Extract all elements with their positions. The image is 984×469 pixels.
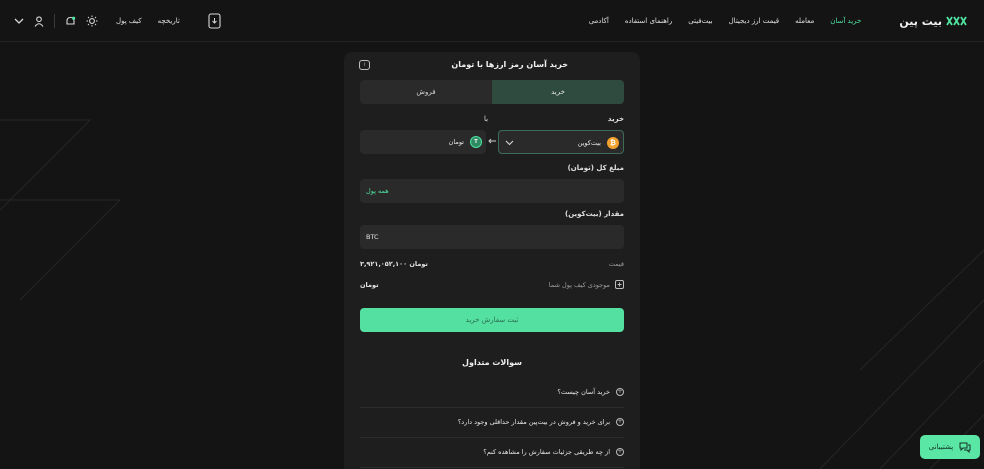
nav-trade[interactable]: معامله — [795, 17, 814, 25]
divider — [54, 14, 55, 28]
faq-item[interactable]: + خرید آسان چیست؟ — [360, 378, 624, 408]
price-label: قیمت — [608, 260, 624, 268]
faq-question: برای خرید و فروش در بیت‌پین مقدار حداقلی… — [457, 418, 610, 426]
plus-circle-icon: + — [616, 418, 624, 426]
card-title: خرید آسان رمز ارزها با تومان — [451, 60, 568, 69]
header-tools: کیف پول تاریخچه — [14, 0, 221, 42]
logo-text: بیت پین — [899, 14, 942, 28]
user-icon[interactable] — [34, 15, 44, 27]
theme-sun-icon[interactable] — [86, 15, 98, 27]
total-amount-input[interactable]: همه پول — [360, 179, 624, 203]
nav-academy[interactable]: آکادمی — [589, 17, 609, 25]
history-link[interactable]: تاریخچه — [158, 17, 180, 25]
info-icon[interactable]: i — [359, 60, 370, 70]
chevron-down-icon — [505, 139, 514, 146]
nav-bitfity[interactable]: بیت‌فیتی — [688, 17, 712, 25]
header-nav-area: آکادمی راهنمای استفاده بیت‌فیتی قیمت ارز… — [589, 0, 968, 42]
faq-item[interactable]: + از چه طریقی جزئیات سفارش را مشاهده کنم… — [360, 438, 624, 468]
coin-name: بیت‌کوین — [577, 139, 601, 147]
faq-question: خرید آسان چیست؟ — [557, 388, 610, 396]
mobile-app-download-icon[interactable] — [208, 13, 221, 29]
nav-easy-buy[interactable]: خرید آسان — [830, 17, 861, 25]
support-button[interactable]: پشتیبانی — [920, 435, 980, 459]
coin-select[interactable]: بیت‌کوین ₿ — [498, 130, 624, 154]
buy-label: خرید — [607, 115, 624, 123]
nav-crypto-prices[interactable]: قیمت ارز دیجیتال — [729, 17, 780, 25]
coin-amount-label: مقدار (بیت‌کوین) — [565, 210, 624, 218]
chevron-down-icon[interactable] — [14, 17, 24, 25]
total-amount-label: مبلغ کل (تومان) — [567, 164, 624, 172]
tab-buy[interactable]: خرید — [492, 80, 624, 104]
buy-sell-tabs: فروش خرید — [360, 80, 624, 104]
logo-mark-icon — [946, 16, 968, 26]
faq-question: از چه طریقی جزئیات سفارش را مشاهده کنم؟ — [483, 448, 610, 456]
fiat-select[interactable]: تومان T — [360, 130, 486, 154]
arrow-left-icon — [488, 138, 496, 144]
plus-circle-icon: + — [616, 388, 624, 396]
faq-item[interactable]: + برای خرید و فروش در بیت‌پین مقدار حداق… — [360, 408, 624, 438]
balance-value: تومان — [360, 281, 379, 289]
amount-unit: BTC — [366, 233, 379, 241]
price-value: ۳,۹۲۱,۰۵۲,۱۰۰ تومان — [360, 260, 428, 268]
all-money-button[interactable]: همه پول — [366, 187, 389, 195]
chat-bubbles-icon — [959, 442, 971, 453]
support-label: پشتیبانی — [928, 443, 954, 451]
main-nav: آکادمی راهنمای استفاده بیت‌فیتی قیمت ارز… — [589, 17, 862, 25]
logo[interactable]: بیت پین — [899, 15, 968, 28]
easy-buy-card: i خرید آسان رمز ارزها با تومان فروش خرید… — [344, 52, 640, 469]
notification-bell-icon[interactable] — [65, 16, 76, 27]
fiat-name: تومان — [448, 138, 464, 146]
tab-sell[interactable]: فروش — [360, 80, 492, 104]
nav-guide[interactable]: راهنمای استفاده — [625, 17, 672, 25]
bitcoin-icon: ₿ — [607, 137, 619, 149]
add-balance-icon[interactable] — [615, 280, 624, 289]
faq-title: سوالات متداول — [462, 358, 522, 367]
balance-label: موجودی کیف پول شما — [548, 281, 610, 289]
submit-buy-order-button[interactable]: ثبت سفارش خرید — [360, 308, 624, 332]
wallet-link[interactable]: کیف پول — [116, 17, 142, 25]
with-label: با — [484, 115, 489, 123]
toman-coin-icon: T — [470, 136, 482, 148]
top-navbar: کیف پول تاریخچه آکادمی راهنمای استفاده ب… — [0, 0, 984, 42]
plus-circle-icon: + — [616, 448, 624, 456]
coin-amount-input[interactable]: BTC — [360, 225, 624, 249]
